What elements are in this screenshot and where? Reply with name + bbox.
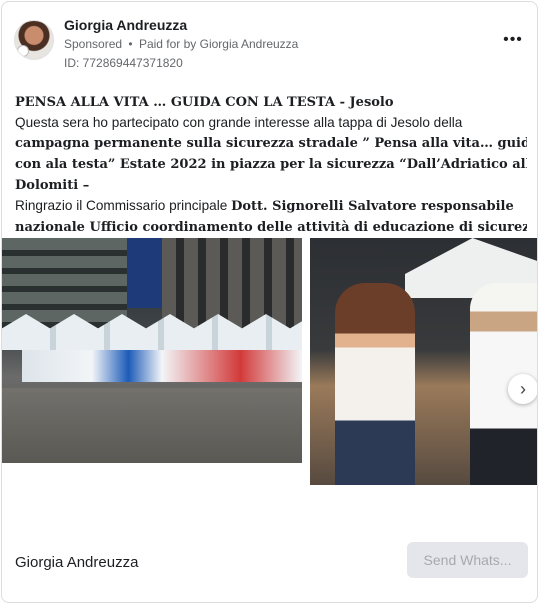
post-text-bold: Dolomiti – <box>15 178 90 193</box>
event-banner <box>22 350 302 382</box>
carousel-image-piazza-tents[interactable] <box>2 238 302 463</box>
meta-separator: • <box>128 37 133 51</box>
paid-for-label: Paid for by Giorgia Andreuzza <box>138 37 299 51</box>
ad-id: ID: 772869447371820 <box>64 56 183 70</box>
author-name[interactable]: Giorgia Andreuzza <box>64 17 187 33</box>
chevron-right-icon[interactable]: › <box>508 374 537 404</box>
carousel-image-conversation[interactable] <box>310 238 537 485</box>
post-text: PENSA ALLA VITA … GUIDA CON LA TESTA - J… <box>15 92 527 238</box>
night-sky <box>127 238 162 308</box>
post-header: Giorgia Andreuzza Sponsored • Paid for b… <box>14 14 525 74</box>
send-whatsapp-button[interactable]: Send Whats... <box>407 542 528 578</box>
person-woman <box>335 283 415 485</box>
post-text-line: Questa sera ho partecipato con grande in… <box>15 115 463 130</box>
piazza-ground <box>2 388 302 463</box>
author-avatar[interactable] <box>14 20 54 60</box>
post-text-bold: con ala testa” Estate 2022 in piazza per… <box>15 157 527 172</box>
footer-page-name[interactable]: Giorgia Andreuzza <box>15 554 138 571</box>
post-title: PENSA ALLA VITA … GUIDA CON LA TESTA - J… <box>15 95 394 110</box>
more-horizontal-icon[interactable]: ••• <box>501 32 525 48</box>
sponsored-post-card: Giorgia Andreuzza Sponsored • Paid for b… <box>1 1 538 603</box>
post-text-bold: nazionale Ufficio coordinamento delle at… <box>15 220 527 235</box>
post-text-line: Ringrazio il Commissario principale <box>15 198 232 213</box>
post-text-bold: campagna permanente sulla sicurezza stra… <box>15 136 527 151</box>
post-text-bold: Dott. Signorelli Salvatore responsabile <box>231 199 514 214</box>
sponsored-label: Sponsored <box>64 37 123 51</box>
sponsored-meta: Sponsored • Paid for by Giorgia Andreuzz… <box>64 37 298 51</box>
